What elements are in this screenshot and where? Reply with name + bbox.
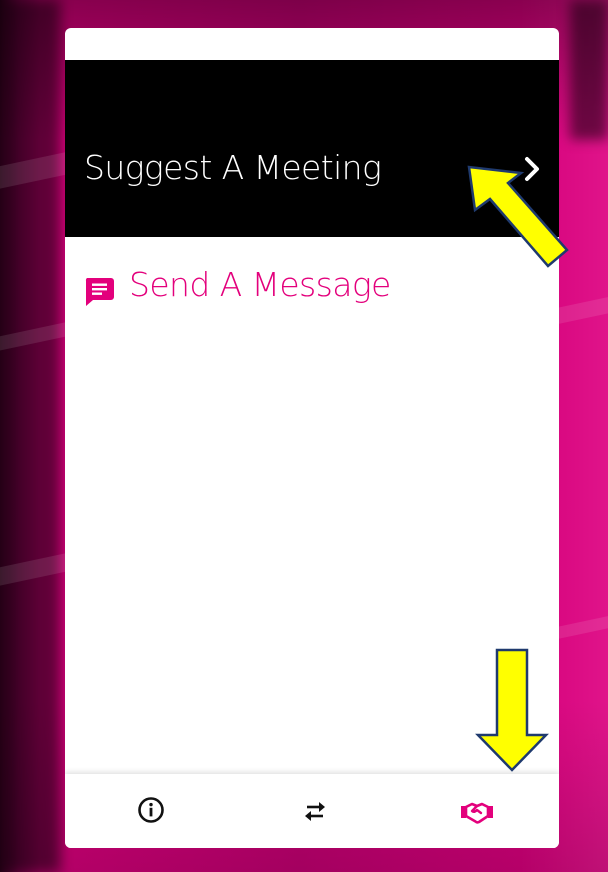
handshake-icon xyxy=(461,802,493,824)
action-panel: Suggest A Meeting Send A Message xyxy=(65,28,559,848)
tab-info[interactable] xyxy=(65,774,229,848)
send-message-row[interactable]: Send A Message xyxy=(83,258,483,312)
chat-message-icon xyxy=(85,278,114,306)
send-message-label: Send A Message xyxy=(129,265,391,304)
active-tab-indicator xyxy=(393,845,557,848)
background-shadow-left xyxy=(0,0,60,872)
chevron-right-icon[interactable] xyxy=(523,156,543,182)
bottom-tab-bar xyxy=(65,774,559,848)
background-streak xyxy=(554,291,608,325)
swap-arrows-icon xyxy=(305,802,325,821)
background-shadow-topright xyxy=(570,0,608,140)
info-circle-icon xyxy=(138,797,164,823)
tab-exchange[interactable] xyxy=(229,774,393,848)
tab-meet[interactable] xyxy=(393,774,557,848)
suggest-meeting-row[interactable]: Suggest A Meeting xyxy=(65,60,559,237)
suggest-meeting-label: Suggest A Meeting xyxy=(84,148,382,187)
